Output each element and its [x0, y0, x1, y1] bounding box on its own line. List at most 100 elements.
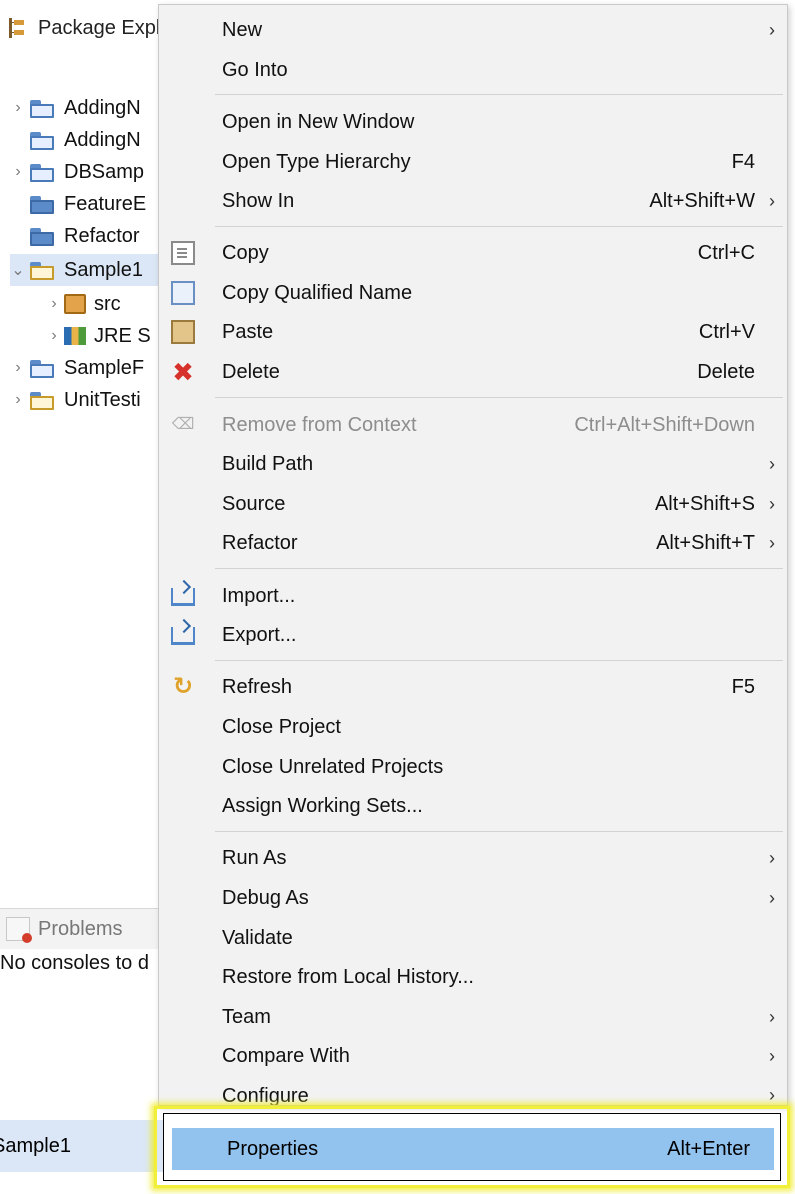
- chevron-down-icon[interactable]: ⌄: [10, 260, 26, 280]
- tree-item-label: AddingN: [64, 128, 141, 151]
- menu-item-team[interactable]: Team ›: [159, 997, 787, 1037]
- menu-item-label: Open in New Window: [222, 110, 415, 133]
- menu-item-debug-as[interactable]: Debug As ›: [159, 878, 787, 918]
- closed-folder-icon: [30, 194, 56, 214]
- tree-item-selected[interactable]: ⌄ Sample1: [10, 254, 170, 286]
- menu-item-new[interactable]: New ›: [159, 10, 787, 50]
- menu-item-shortcut: Alt+Enter: [667, 1137, 750, 1160]
- chevron-right-icon[interactable]: ›: [10, 99, 26, 117]
- menu-item-refresh[interactable]: ↻ Refresh F5: [159, 667, 787, 707]
- menu-item-source[interactable]: Source Alt+Shift+S ›: [159, 484, 787, 524]
- package-explorer-tab[interactable]: Package Expl: [0, 10, 160, 46]
- tree-item[interactable]: › AddingN: [10, 92, 140, 124]
- chevron-right-icon: ›: [769, 453, 775, 474]
- menu-item-label: Debug As: [222, 886, 309, 909]
- tree-item-label: FeatureE: [64, 192, 147, 215]
- menu-item-validate[interactable]: Validate: [159, 918, 787, 958]
- chevron-right-icon: ›: [769, 1045, 775, 1066]
- chevron-right-icon[interactable]: ›: [46, 327, 62, 345]
- menu-item-label: Remove from Context: [222, 413, 417, 436]
- menu-item-delete[interactable]: ✖ Delete Delete: [159, 352, 787, 392]
- menu-item-label: New: [222, 18, 263, 41]
- chevron-right-icon[interactable]: ›: [10, 391, 26, 409]
- console-message: No consoles to d: [0, 952, 149, 974]
- menu-item-remove-from-context: ⌫ Remove from Context Ctrl+Alt+Shift+Dow…: [159, 405, 787, 445]
- menu-item-show-in[interactable]: Show In Alt+Shift+W ›: [159, 181, 787, 221]
- menu-item-label: Copy Qualified Name: [222, 281, 413, 304]
- tree-item[interactable]: › JRE S: [46, 320, 150, 352]
- menu-item-close-unrelated-projects[interactable]: Close Unrelated Projects: [159, 747, 787, 787]
- chevron-right-icon: ›: [769, 1085, 775, 1105]
- menu-item-copy-qualified-name[interactable]: Copy Qualified Name: [159, 273, 787, 313]
- remove-from-context-icon: ⌫: [171, 416, 195, 433]
- menu-item-shortcut: Ctrl+Alt+Shift+Down: [574, 413, 755, 436]
- chevron-right-icon[interactable]: ›: [10, 163, 26, 181]
- paste-icon: [171, 320, 195, 344]
- menu-item-label: Paste: [222, 320, 274, 343]
- menu-item-label: Export...: [222, 623, 297, 646]
- chevron-right-icon: ›: [769, 887, 775, 908]
- menu-item-export[interactable]: Export...: [159, 615, 787, 655]
- menu-item-copy[interactable]: Copy Ctrl+C: [159, 233, 787, 273]
- menu-item-label: Go Into: [222, 58, 288, 81]
- menu-item-label: Configure: [222, 1085, 309, 1105]
- menu-item-shortcut: Alt+Shift+T: [656, 531, 755, 554]
- menu-separator: [215, 397, 783, 398]
- tree-item[interactable]: Refactor: [10, 220, 140, 252]
- chevron-right-icon: ›: [769, 532, 775, 553]
- menu-item-go-into[interactable]: Go Into: [159, 50, 787, 90]
- tree-item-label: Refactor: [64, 224, 140, 247]
- menu-item-label: Delete: [222, 360, 280, 383]
- java-project-folder-icon: [30, 390, 56, 410]
- menu-item-assign-working-sets[interactable]: Assign Working Sets...: [159, 786, 787, 826]
- menu-item-label: Refactor: [222, 531, 298, 554]
- menu-item-label: Source: [222, 492, 286, 515]
- status-selection: Sample1: [0, 1120, 170, 1172]
- package-explorer: Package Expl › AddingN AddingN › DBSamp …: [0, 0, 170, 1194]
- problems-tab-label: Problems: [38, 917, 123, 940]
- menu-item-shortcut: Alt+Shift+W: [649, 189, 755, 212]
- menu-item-shortcut: F4: [731, 150, 755, 173]
- menu-item-open-in-new-window[interactable]: Open in New Window: [159, 102, 787, 142]
- delete-icon: ✖: [172, 357, 194, 387]
- menu-item-label: Copy: [222, 241, 269, 264]
- menu-item-open-type-hierarchy[interactable]: Open Type Hierarchy F4: [159, 142, 787, 182]
- menu-separator: [215, 660, 783, 661]
- menu-item-paste[interactable]: Paste Ctrl+V: [159, 312, 787, 352]
- menu-item-label: Close Project: [222, 715, 341, 738]
- menu-item-import[interactable]: Import...: [159, 576, 787, 616]
- menu-item-properties[interactable]: Properties Alt+Enter: [172, 1128, 774, 1170]
- chevron-right-icon[interactable]: ›: [46, 295, 62, 313]
- menu-item-restore-from-local-history[interactable]: Restore from Local History...: [159, 957, 787, 997]
- project-open-folder-icon: [30, 162, 56, 182]
- menu-separator: [215, 831, 783, 832]
- tree-item[interactable]: AddingN: [10, 124, 141, 156]
- menu-item-refactor[interactable]: Refactor Alt+Shift+T ›: [159, 523, 787, 563]
- copy-qualified-name-icon: [171, 281, 195, 305]
- menu-item-run-as[interactable]: Run As ›: [159, 838, 787, 878]
- highlight-frame: Properties Alt+Enter: [163, 1113, 781, 1181]
- tree-item[interactable]: › UnitTesti: [10, 384, 140, 416]
- menu-item-label: Close Unrelated Projects: [222, 755, 444, 778]
- problems-tab[interactable]: Problems: [0, 908, 170, 949]
- tree-item[interactable]: › src: [46, 288, 120, 320]
- menu-item-shortcut: Delete: [697, 360, 755, 383]
- menu-item-shortcut: Alt+Shift+S: [654, 492, 755, 515]
- tree-item[interactable]: › DBSamp: [10, 156, 144, 188]
- menu-item-label: Open Type Hierarchy: [222, 150, 411, 173]
- refresh-icon: ↻: [172, 673, 194, 700]
- menu-item-build-path[interactable]: Build Path ›: [159, 444, 787, 484]
- menu-separator: [215, 94, 783, 95]
- menu-item-compare-with[interactable]: Compare With ›: [159, 1036, 787, 1076]
- chevron-right-icon[interactable]: ›: [10, 359, 26, 377]
- tree-item[interactable]: › SampleF: [10, 352, 144, 384]
- menu-item-shortcut: F5: [731, 675, 755, 698]
- menu-item-label: Validate: [222, 926, 293, 949]
- menu-item-close-project[interactable]: Close Project: [159, 707, 787, 747]
- tree-item[interactable]: FeatureE: [10, 188, 146, 220]
- chevron-right-icon: ›: [769, 847, 775, 868]
- menu-item-configure[interactable]: Configure ›: [159, 1081, 787, 1105]
- chevron-right-icon: ›: [769, 1006, 775, 1027]
- menu-item-label: Compare With: [222, 1044, 350, 1067]
- tree-item-label: SampleF: [64, 356, 145, 379]
